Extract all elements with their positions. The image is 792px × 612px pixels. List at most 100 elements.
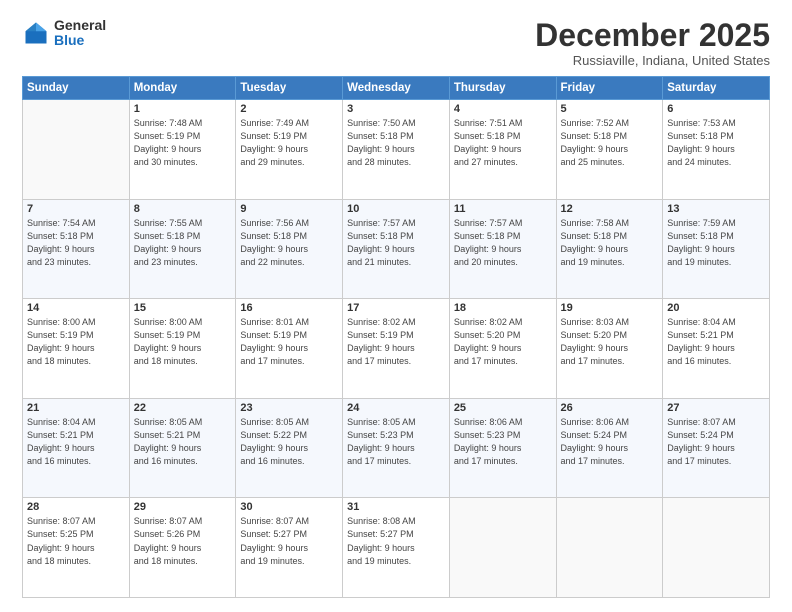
day-number: 4: [454, 103, 552, 115]
header: General Blue December 2025 Russiaville, …: [22, 18, 770, 68]
calendar-week-4: 21 Sunrise: 8:04 AM Sunset: 5:21 PM Dayli…: [23, 398, 770, 498]
calendar-cell: 20 Sunrise: 8:04 AM Sunset: 5:21 PM Dayli…: [663, 299, 770, 399]
day-number: 23: [240, 402, 338, 414]
day-info: Sunrise: 8:01 AM Sunset: 5:19 PM Dayligh…: [240, 316, 338, 368]
calendar-week-3: 14 Sunrise: 8:00 AM Sunset: 5:19 PM Dayli…: [23, 299, 770, 399]
day-header-sunday: Sunday: [23, 77, 130, 100]
calendar-cell: 15 Sunrise: 8:00 AM Sunset: 5:19 PM Dayli…: [129, 299, 236, 399]
calendar-cell: 29 Sunrise: 8:07 AM Sunset: 5:26 PM Dayli…: [129, 498, 236, 598]
calendar-cell: 26 Sunrise: 8:06 AM Sunset: 5:24 PM Dayli…: [556, 398, 663, 498]
day-number: 6: [667, 103, 765, 115]
calendar-cell: 3 Sunrise: 7:50 AM Sunset: 5:18 PM Daylig…: [343, 100, 450, 200]
day-number: 26: [561, 402, 659, 414]
day-number: 14: [27, 302, 125, 314]
calendar-cell: 27 Sunrise: 8:07 AM Sunset: 5:24 PM Dayli…: [663, 398, 770, 498]
day-number: 9: [240, 203, 338, 215]
day-header-wednesday: Wednesday: [343, 77, 450, 100]
day-info: Sunrise: 8:08 AM Sunset: 5:27 PM Dayligh…: [347, 515, 445, 567]
calendar-cell: [663, 498, 770, 598]
day-info: Sunrise: 8:05 AM Sunset: 5:21 PM Dayligh…: [134, 416, 232, 468]
day-number: 20: [667, 302, 765, 314]
day-header-saturday: Saturday: [663, 77, 770, 100]
logo-text: General Blue: [54, 18, 106, 49]
day-number: 30: [240, 501, 338, 513]
calendar-cell: 17Sunrise: 8:02 AM Sunset: 5:19 PM Dayli…: [343, 299, 450, 399]
day-info: Sunrise: 7:57 AM Sunset: 5:18 PM Dayligh…: [347, 217, 445, 269]
day-info: Sunrise: 7:58 AM Sunset: 5:18 PM Dayligh…: [561, 217, 659, 269]
day-number: 1: [134, 103, 232, 115]
calendar-cell: 11Sunrise: 7:57 AM Sunset: 5:18 PM Dayli…: [449, 199, 556, 299]
calendar-cell: 9 Sunrise: 7:56 AM Sunset: 5:18 PM Daylig…: [236, 199, 343, 299]
day-info: Sunrise: 8:05 AM Sunset: 5:22 PM Dayligh…: [240, 416, 338, 468]
day-header-friday: Friday: [556, 77, 663, 100]
day-info: Sunrise: 8:02 AM Sunset: 5:20 PM Dayligh…: [454, 316, 552, 368]
day-number: 11: [454, 203, 552, 215]
calendar-cell: [23, 100, 130, 200]
calendar-cell: 28 Sunrise: 8:07 AM Sunset: 5:25 PM Dayli…: [23, 498, 130, 598]
month-title: December 2025: [535, 18, 770, 53]
day-info: Sunrise: 7:50 AM Sunset: 5:18 PM Dayligh…: [347, 117, 445, 169]
calendar-cell: 14 Sunrise: 8:00 AM Sunset: 5:19 PM Dayli…: [23, 299, 130, 399]
day-info: Sunrise: 8:06 AM Sunset: 5:24 PM Dayligh…: [561, 416, 659, 468]
day-number: 25: [454, 402, 552, 414]
day-info: Sunrise: 7:51 AM Sunset: 5:18 PM Dayligh…: [454, 117, 552, 169]
calendar-cell: 10 Sunrise: 7:57 AM Sunset: 5:18 PM Dayli…: [343, 199, 450, 299]
title-block: December 2025 Russiaville, Indiana, Unit…: [535, 18, 770, 68]
day-number: 3: [347, 103, 445, 115]
calendar-table: SundayMondayTuesdayWednesdayThursdayFrid…: [22, 76, 770, 598]
day-info: Sunrise: 7:54 AM Sunset: 5:18 PM Dayligh…: [27, 217, 125, 269]
day-info: Sunrise: 7:59 AM Sunset: 5:18 PM Dayligh…: [667, 217, 765, 269]
logo-blue-text: Blue: [54, 33, 106, 48]
day-info: Sunrise: 8:02 AM Sunset: 5:19 PM Dayligh…: [347, 316, 445, 368]
day-number: 27: [667, 402, 765, 414]
day-info: Sunrise: 8:05 AM Sunset: 5:23 PM Dayligh…: [347, 416, 445, 468]
calendar-cell: 2 Sunrise: 7:49 AM Sunset: 5:19 PM Daylig…: [236, 100, 343, 200]
calendar-cell: 31Sunrise: 8:08 AM Sunset: 5:27 PM Dayli…: [343, 498, 450, 598]
day-info: Sunrise: 8:04 AM Sunset: 5:21 PM Dayligh…: [667, 316, 765, 368]
calendar-cell: 5 Sunrise: 7:52 AM Sunset: 5:18 PM Daylig…: [556, 100, 663, 200]
calendar-week-5: 28 Sunrise: 8:07 AM Sunset: 5:25 PM Dayli…: [23, 498, 770, 598]
day-info: Sunrise: 7:53 AM Sunset: 5:18 PM Dayligh…: [667, 117, 765, 169]
day-number: 21: [27, 402, 125, 414]
calendar-cell: 7Sunrise: 7:54 AM Sunset: 5:18 PM Daylig…: [23, 199, 130, 299]
calendar-cell: 4 Sunrise: 7:51 AM Sunset: 5:18 PM Daylig…: [449, 100, 556, 200]
day-number: 10: [347, 203, 445, 215]
day-info: Sunrise: 8:07 AM Sunset: 5:24 PM Dayligh…: [667, 416, 765, 468]
calendar-cell: 13 Sunrise: 7:59 AM Sunset: 5:18 PM Dayli…: [663, 199, 770, 299]
day-number: 12: [561, 203, 659, 215]
day-info: Sunrise: 7:56 AM Sunset: 5:18 PM Dayligh…: [240, 217, 338, 269]
calendar-cell: 24 Sunrise: 8:05 AM Sunset: 5:23 PM Dayli…: [343, 398, 450, 498]
day-info: Sunrise: 8:07 AM Sunset: 5:27 PM Dayligh…: [240, 515, 338, 567]
calendar-cell: 23 Sunrise: 8:05 AM Sunset: 5:22 PM Dayli…: [236, 398, 343, 498]
day-info: Sunrise: 8:07 AM Sunset: 5:25 PM Dayligh…: [27, 515, 125, 567]
day-info: Sunrise: 8:00 AM Sunset: 5:19 PM Dayligh…: [27, 316, 125, 368]
day-info: Sunrise: 7:48 AM Sunset: 5:19 PM Dayligh…: [134, 117, 232, 169]
day-number: 18: [454, 302, 552, 314]
day-number: 22: [134, 402, 232, 414]
day-info: Sunrise: 7:49 AM Sunset: 5:19 PM Dayligh…: [240, 117, 338, 169]
logo: General Blue: [22, 18, 106, 49]
day-number: 8: [134, 203, 232, 215]
day-number: 15: [134, 302, 232, 314]
day-number: 2: [240, 103, 338, 115]
calendar-cell: 18 Sunrise: 8:02 AM Sunset: 5:20 PM Dayli…: [449, 299, 556, 399]
day-number: 28: [27, 501, 125, 513]
day-info: Sunrise: 8:06 AM Sunset: 5:23 PM Dayligh…: [454, 416, 552, 468]
day-number: 24: [347, 402, 445, 414]
day-number: 29: [134, 501, 232, 513]
logo-icon: [22, 19, 50, 47]
page: General Blue December 2025 Russiaville, …: [0, 0, 792, 612]
day-info: Sunrise: 8:00 AM Sunset: 5:19 PM Dayligh…: [134, 316, 232, 368]
calendar-cell: [449, 498, 556, 598]
calendar-cell: 8Sunrise: 7:55 AM Sunset: 5:18 PM Daylig…: [129, 199, 236, 299]
calendar-cell: 30 Sunrise: 8:07 AM Sunset: 5:27 PM Dayli…: [236, 498, 343, 598]
calendar-cell: 12 Sunrise: 7:58 AM Sunset: 5:18 PM Dayli…: [556, 199, 663, 299]
day-info: Sunrise: 8:07 AM Sunset: 5:26 PM Dayligh…: [134, 515, 232, 567]
calendar-cell: [556, 498, 663, 598]
day-number: 5: [561, 103, 659, 115]
day-number: 13: [667, 203, 765, 215]
day-info: Sunrise: 7:52 AM Sunset: 5:18 PM Dayligh…: [561, 117, 659, 169]
day-info: Sunrise: 8:04 AM Sunset: 5:21 PM Dayligh…: [27, 416, 125, 468]
calendar-cell: 25 Sunrise: 8:06 AM Sunset: 5:23 PM Dayli…: [449, 398, 556, 498]
calendar-header-row: SundayMondayTuesdayWednesdayThursdayFrid…: [23, 77, 770, 100]
